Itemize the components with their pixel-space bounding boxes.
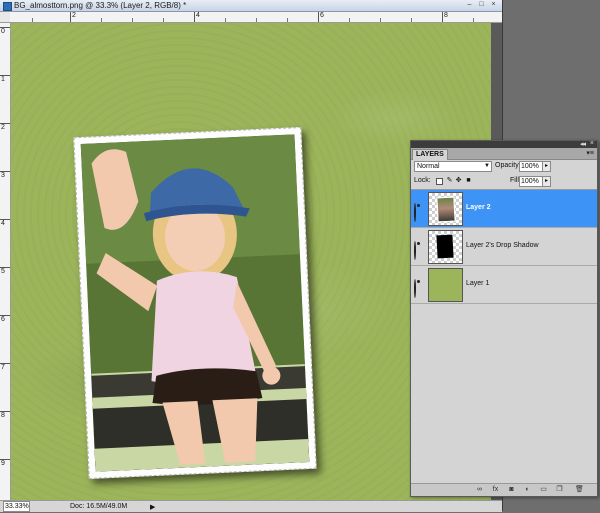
document-size-info: Doc: 16.5M/49.0M xyxy=(70,503,128,510)
status-menu-arrow[interactable]: ▶ xyxy=(150,502,155,513)
lock-row: Lock: ✎ ✥ ■ Fill: 100% ▸ xyxy=(414,176,594,187)
layer-thumbnail-photo-icon xyxy=(428,192,463,226)
panel-tab-row: LAYERS ▾≡ xyxy=(411,148,597,160)
visibility-eye-icon[interactable] xyxy=(414,279,423,298)
tab-layers[interactable]: LAYERS xyxy=(412,149,448,160)
adjustment-icon[interactable]: ◐ xyxy=(523,486,532,494)
layer-row-layer-1[interactable]: Layer 1 xyxy=(411,266,597,304)
group-icon[interactable]: ▭ xyxy=(539,486,548,494)
ruler-label: 4 xyxy=(1,220,5,227)
fx-icon[interactable]: fx xyxy=(491,486,500,494)
panel-header-bar[interactable]: ◂◂ × xyxy=(411,140,597,148)
zoom-field[interactable]: 33.33% xyxy=(3,501,30,512)
ruler-label: 8 xyxy=(1,412,5,419)
layer-name[interactable]: Layer 2 xyxy=(466,203,491,213)
mask-icon[interactable]: ◙ xyxy=(507,486,516,494)
new-layer-icon[interactable]: ❐ xyxy=(555,486,564,494)
layer-thumbnail-shadow-icon xyxy=(428,230,463,264)
ruler-label: 1 xyxy=(1,76,5,83)
fill-slider-button[interactable]: ▸ xyxy=(542,176,551,187)
document-title-bar[interactable]: BG_almosttorn.png @ 33.3% (Layer 2, RGB/… xyxy=(0,0,502,12)
opacity-input[interactable]: 100% xyxy=(519,161,543,172)
ruler-label: 3 xyxy=(1,172,5,179)
lock-transparency-icon[interactable] xyxy=(436,178,443,185)
blend-mode-select[interactable]: Normal ▼ xyxy=(414,161,492,172)
ruler-label: 7 xyxy=(1,364,5,371)
photo-layer[interactable] xyxy=(73,127,317,479)
visibility-eye-icon[interactable] xyxy=(414,203,423,222)
lock-pixels-icon[interactable]: ✎ xyxy=(446,177,453,184)
close-button[interactable]: × xyxy=(489,1,498,9)
panel-menu-icon[interactable]: ▾≡ xyxy=(586,149,594,158)
layer-list: Layer 2 Layer 2's Drop Shadow Layer 1 xyxy=(411,189,597,480)
blend-row: Normal ▼ Opacity: 100% ▸ xyxy=(414,161,594,172)
link-icon[interactable]: ∞ xyxy=(475,486,484,494)
document-icon xyxy=(3,2,12,11)
blend-mode-value: Normal xyxy=(417,163,440,170)
opacity-slider-button[interactable]: ▸ xyxy=(542,161,551,172)
lock-position-icon[interactable]: ✥ xyxy=(455,177,462,184)
visibility-eye-icon[interactable] xyxy=(414,241,423,260)
layer-name[interactable]: Layer 1 xyxy=(466,279,489,289)
lock-label: Lock: xyxy=(414,177,431,184)
ruler-label: 2 xyxy=(72,12,76,19)
layer-thumbnail-green-fill-icon xyxy=(428,268,463,302)
maximize-button[interactable]: □ xyxy=(477,1,486,9)
ruler-label: 5 xyxy=(1,268,5,275)
ruler-label: 6 xyxy=(320,12,324,19)
trash-icon[interactable]: 🗑 xyxy=(575,486,584,494)
minimize-button[interactable]: – xyxy=(465,1,474,9)
layers-panel: ◂◂ × LAYERS ▾≡ Normal ▼ Opacity: 100% ▸ … xyxy=(410,140,598,497)
vertical-ruler[interactable]: 0 1 2 3 4 5 6 7 8 9 xyxy=(0,23,11,500)
close-panel-button[interactable]: × xyxy=(590,140,594,147)
lock-all-icon[interactable]: ■ xyxy=(465,177,472,184)
ruler-label: 2 xyxy=(1,124,5,131)
horizontal-ruler[interactable]: 2 4 6 8 xyxy=(10,12,502,23)
status-bar: 33.33% Doc: 16.5M/49.0M ▶ xyxy=(0,500,502,512)
chevron-down-icon: ▼ xyxy=(484,163,490,169)
ruler-label: 8 xyxy=(444,12,448,19)
layer-row-layer-2[interactable]: Layer 2 xyxy=(411,190,597,228)
document-title: BG_almosttorn.png @ 33.3% (Layer 2, RGB/… xyxy=(14,1,187,10)
layers-panel-toolbar: ∞ fx ◙ ◐ ▭ ❐ 🗑 xyxy=(411,483,597,496)
layer-name[interactable]: Layer 2's Drop Shadow xyxy=(466,241,539,251)
opacity-label: Opacity: xyxy=(495,162,521,169)
layer-row-drop-shadow[interactable]: Layer 2's Drop Shadow xyxy=(411,228,597,266)
fill-input[interactable]: 100% xyxy=(519,176,543,187)
ruler-label: 4 xyxy=(196,12,200,19)
ruler-label: 6 xyxy=(1,316,5,323)
photo-image xyxy=(80,134,310,472)
ruler-label: 0 xyxy=(1,28,5,35)
collapse-panel-button[interactable]: ◂◂ xyxy=(580,140,586,148)
ruler-label: 9 xyxy=(1,460,5,467)
